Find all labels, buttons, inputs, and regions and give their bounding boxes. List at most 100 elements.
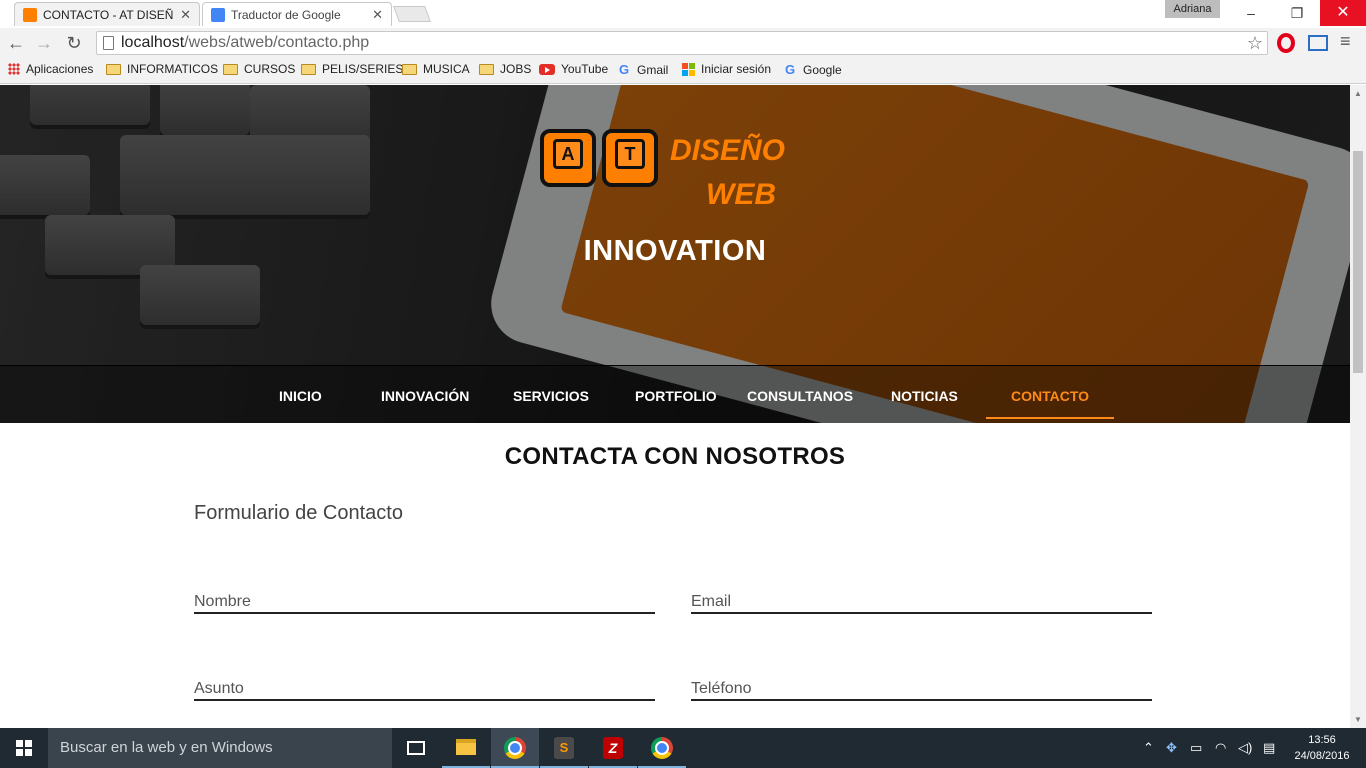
minimize-button[interactable]: – bbox=[1228, 0, 1274, 26]
bookmark-pelis-series[interactable]: PELIS/SERIES bbox=[301, 62, 403, 76]
reload-icon[interactable]: ↻ bbox=[63, 32, 85, 54]
bookmark-label: Aplicaciones bbox=[26, 62, 94, 76]
bookmarks-bar: Aplicaciones INFORMATICOS CURSOS PELIS/S… bbox=[0, 58, 1366, 84]
bookmark-gmail[interactable]: G Gmail bbox=[619, 62, 668, 77]
tab-strip: CONTACTO - AT DISEÑO W ✕ Traductor de Go… bbox=[0, 0, 1366, 28]
nav-consultanos[interactable]: CONSULTANOS bbox=[747, 388, 853, 404]
bookmark-iniciar-sesion[interactable]: Iniciar sesión bbox=[682, 62, 771, 76]
bookmark-aplicaciones[interactable]: Aplicaciones bbox=[8, 62, 93, 76]
bookmark-musica[interactable]: MUSICA bbox=[402, 62, 470, 76]
notifications-icon[interactable]: ▤ bbox=[1263, 740, 1275, 756]
volume-icon[interactable]: ◁) bbox=[1238, 740, 1252, 756]
show-hidden-icons-icon[interactable]: ⌃ bbox=[1143, 740, 1154, 756]
filezilla-button[interactable]: Z bbox=[589, 728, 637, 768]
bookmark-star-icon[interactable]: ☆ bbox=[1247, 32, 1263, 54]
youtube-icon bbox=[539, 63, 555, 75]
taskbar-clock[interactable]: 13:56 24/08/2016 bbox=[1290, 732, 1354, 764]
tab-contacto[interactable]: CONTACTO - AT DISEÑO W ✕ bbox=[14, 2, 200, 26]
nav-contacto[interactable]: CONTACTO bbox=[985, 388, 1115, 419]
close-tab-icon[interactable]: ✕ bbox=[372, 7, 383, 23]
opera-extension-icon[interactable] bbox=[1277, 33, 1295, 53]
browser-menu-icon[interactable]: ≡ bbox=[1340, 31, 1351, 52]
scroll-down-arrow-icon[interactable]: ▼ bbox=[1354, 715, 1362, 724]
logo-line-2: WEB bbox=[706, 178, 776, 211]
clock-time: 13:56 bbox=[1308, 734, 1336, 746]
nombre-input[interactable] bbox=[194, 586, 655, 612]
page-title: CONTACTA CON NOSOTROS bbox=[504, 443, 846, 470]
email-field bbox=[691, 586, 1152, 614]
logo-line-1: DISEÑO bbox=[670, 134, 786, 167]
folder-icon bbox=[479, 63, 494, 75]
bookmark-google[interactable]: G Google bbox=[785, 62, 842, 77]
chrome-button[interactable] bbox=[491, 728, 539, 768]
scrollbar-thumb[interactable] bbox=[1353, 151, 1363, 373]
page-icon bbox=[103, 36, 114, 50]
bookmark-informaticos[interactable]: INFORMATICOS bbox=[106, 62, 218, 76]
asunto-input[interactable] bbox=[194, 673, 655, 699]
address-bar[interactable]: localhost/webs/atweb/contacto.php ☆ bbox=[96, 31, 1268, 55]
back-arrow-icon[interactable]: ← bbox=[5, 32, 27, 54]
close-tab-icon[interactable]: ✕ bbox=[180, 7, 191, 23]
file-explorer-button[interactable] bbox=[442, 728, 490, 768]
folder-icon bbox=[106, 63, 121, 75]
tab-traductor[interactable]: Traductor de Google ✕ bbox=[202, 2, 392, 26]
logo-key-a: A bbox=[540, 129, 596, 187]
nav-portfolio[interactable]: PORTFOLIO bbox=[635, 388, 717, 404]
google-translate-icon bbox=[211, 7, 225, 22]
site-favicon-icon bbox=[23, 7, 37, 22]
chrome-icon bbox=[504, 737, 526, 759]
chrome-button-2[interactable] bbox=[638, 728, 686, 768]
logo-letter: T bbox=[615, 139, 645, 169]
nav-inicio[interactable]: INICIO bbox=[279, 388, 322, 404]
bookmark-label: YouTube bbox=[561, 62, 609, 76]
chrome-icon bbox=[651, 737, 673, 759]
wifi-icon[interactable]: ◠ bbox=[1215, 740, 1226, 756]
nav-servicios[interactable]: SERVICIOS bbox=[513, 388, 589, 404]
dropbox-icon[interactable]: ✥ bbox=[1166, 740, 1177, 756]
google-icon: G bbox=[619, 62, 630, 77]
bookmark-label: CURSOS bbox=[244, 62, 296, 76]
folder-icon bbox=[301, 63, 316, 75]
task-view-button[interactable] bbox=[392, 728, 440, 768]
site-logo[interactable]: A T DISEÑO WEB bbox=[540, 129, 800, 211]
start-button[interactable] bbox=[0, 728, 48, 768]
url-path: /webs/atweb/contacto.php bbox=[184, 34, 370, 51]
main-nav: INICIO INNOVACIÓN SERVICIOS PORTFOLIO CO… bbox=[0, 365, 1350, 423]
telefono-input[interactable] bbox=[691, 673, 1152, 699]
battery-icon[interactable]: ▭ bbox=[1190, 740, 1202, 756]
clock-date: 24/08/2016 bbox=[1294, 750, 1350, 762]
scroll-up-arrow-icon[interactable]: ▲ bbox=[1354, 89, 1362, 98]
asunto-field bbox=[194, 673, 655, 701]
logo-key-t: T bbox=[602, 129, 658, 187]
new-tab-button[interactable] bbox=[393, 6, 431, 22]
browser-toolbar: ← → ↻ localhost/webs/atweb/contacto.php … bbox=[0, 28, 1366, 58]
nav-innovacion[interactable]: INNOVACIÓN bbox=[381, 388, 469, 404]
bookmark-cursos[interactable]: CURSOS bbox=[223, 62, 295, 76]
google-icon: G bbox=[785, 62, 796, 77]
folder-icon bbox=[223, 63, 238, 75]
filezilla-icon: Z bbox=[603, 737, 623, 759]
restore-button[interactable]: ❐ bbox=[1274, 0, 1320, 26]
url-host: localhost bbox=[121, 34, 185, 51]
telefono-field bbox=[691, 673, 1152, 701]
bookmark-youtube[interactable]: YouTube bbox=[539, 62, 608, 76]
nav-noticias[interactable]: NOTICIAS bbox=[891, 388, 958, 404]
page-scrollbar[interactable]: ▲ ▼ bbox=[1350, 85, 1366, 728]
microsoft-icon bbox=[682, 62, 695, 76]
email-input[interactable] bbox=[691, 586, 1152, 612]
close-window-button[interactable]: ✕ bbox=[1320, 0, 1366, 26]
bookmark-label: PELIS/SERIES bbox=[322, 62, 404, 76]
bookmark-label: MUSICA bbox=[423, 62, 470, 76]
folder-icon bbox=[402, 63, 417, 75]
profile-button[interactable]: Adriana bbox=[1165, 0, 1220, 18]
cast-icon[interactable] bbox=[1308, 35, 1328, 51]
sublime-text-button[interactable]: S bbox=[540, 728, 588, 768]
taskbar-search[interactable]: Buscar en la web y en Windows bbox=[48, 728, 392, 768]
hero-banner: A T DISEÑO WEB INNOVATION INICIO INNOVAC… bbox=[0, 85, 1350, 423]
apps-grid-icon bbox=[8, 63, 20, 75]
bookmark-jobs[interactable]: JOBS bbox=[479, 62, 531, 76]
forward-arrow-icon[interactable]: → bbox=[33, 32, 55, 54]
logo-text: DISEÑO WEB bbox=[670, 129, 785, 217]
logo-letter: A bbox=[553, 139, 583, 169]
windows-logo-icon bbox=[16, 740, 32, 756]
